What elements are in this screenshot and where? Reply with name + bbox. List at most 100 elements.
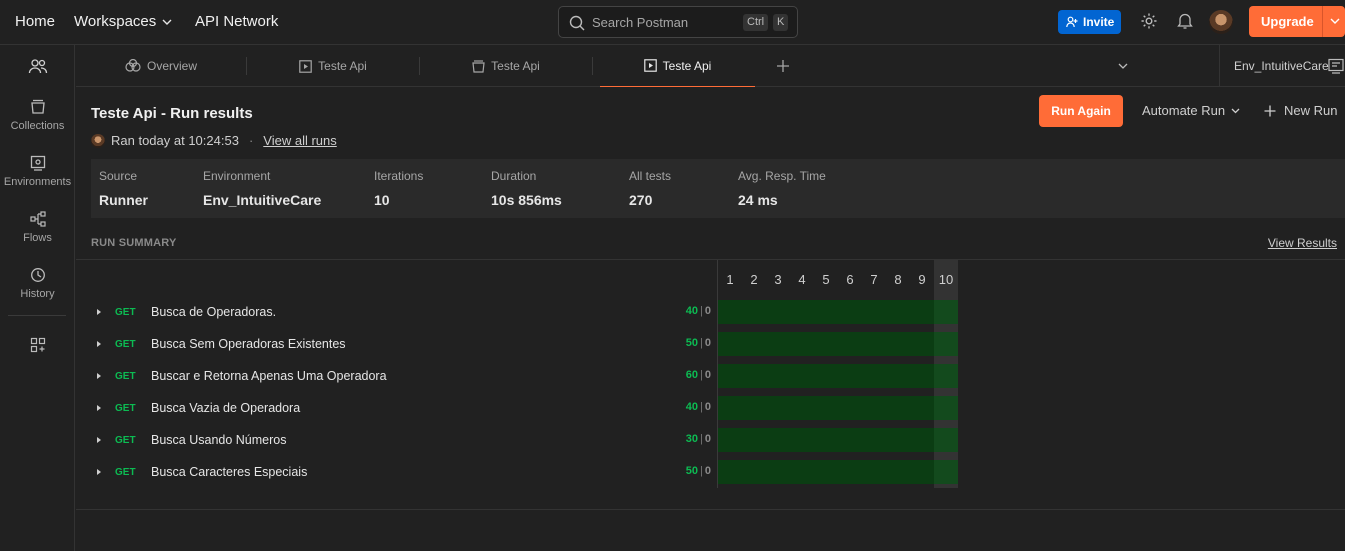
sidebar-item-flows[interactable]: Flows — [0, 211, 75, 244]
iteration-number[interactable]: 3 — [766, 272, 790, 287]
request-row[interactable]: GET Busca Sem Operadoras Existentes — [94, 332, 346, 356]
passed-count: 40 — [685, 401, 699, 413]
tab-list-chevron-down-icon[interactable] — [1118, 63, 1128, 69]
iteration-number[interactable]: 8 — [886, 272, 910, 287]
request-name: Busca Sem Operadoras Existentes — [151, 337, 346, 351]
history-icon — [30, 268, 45, 282]
stat-value: Env_IntuitiveCare — [203, 192, 322, 208]
tab-runner-active[interactable]: Teste Api — [600, 45, 755, 87]
new-tab-plus-icon[interactable] — [776, 59, 790, 73]
caret-right-icon[interactable] — [94, 371, 104, 381]
iteration-result-bar — [718, 428, 934, 452]
chevron-down-icon — [1231, 108, 1240, 113]
upgrade-button[interactable]: Upgrade — [1249, 6, 1345, 37]
iteration-result-cell — [934, 396, 958, 420]
request-row[interactable]: GET Busca Caracteres Especiais — [94, 460, 307, 484]
iteration-result-cell — [934, 300, 958, 324]
iteration-number[interactable]: 6 — [838, 272, 862, 287]
request-method: GET — [115, 306, 136, 318]
stat-key: Environment — [203, 169, 271, 183]
environment-selector[interactable]: Env_IntuitiveCare — [1219, 45, 1345, 87]
request-row[interactable]: GET Buscar e Retorna Apenas Uma Operador… — [94, 364, 387, 388]
count-separator: | — [700, 433, 703, 445]
iteration-number[interactable]: 1 — [718, 272, 742, 287]
caret-right-icon[interactable] — [94, 467, 104, 477]
tab-label: Teste Api — [662, 58, 712, 73]
upgrade-split-divider — [1322, 6, 1323, 37]
team-icon — [28, 59, 47, 74]
user-avatar[interactable] — [1209, 10, 1233, 34]
runner-icon — [299, 59, 312, 73]
request-name: Busca Usando Números — [151, 433, 287, 447]
invite-button[interactable]: Invite — [1058, 10, 1121, 34]
chevron-down-icon[interactable] — [1330, 18, 1340, 24]
tab-overview[interactable]: Overview — [76, 45, 246, 87]
collections-icon — [30, 99, 45, 114]
iteration-number[interactable]: 10 — [934, 272, 958, 287]
request-test-counts: 50 | 0 — [641, 337, 711, 349]
plus-icon — [1264, 105, 1276, 116]
count-separator: | — [700, 305, 703, 317]
automate-run-label: Automate Run — [1142, 103, 1226, 118]
stat-key: Source — [99, 169, 138, 183]
iteration-number[interactable]: 9 — [910, 272, 934, 287]
new-run-button[interactable]: New Run — [1264, 103, 1337, 118]
sidebar-item-configure[interactable] — [0, 337, 75, 358]
tab-label: Overview — [146, 59, 197, 73]
iteration-number[interactable]: 4 — [790, 272, 814, 287]
sidebar-item-team[interactable] — [0, 57, 75, 80]
caret-right-icon[interactable] — [94, 307, 104, 317]
invite-label: Invite — [1083, 15, 1115, 29]
failed-count: 0 — [704, 305, 711, 317]
tab-runner-1[interactable]: Teste Api — [247, 45, 419, 87]
nav-api-network[interactable]: API Network — [195, 13, 278, 30]
environment-selector-label: Env_IntuitiveCare — [1234, 59, 1329, 73]
failed-count: 0 — [704, 401, 711, 413]
nav-home[interactable]: Home — [15, 13, 55, 30]
run-again-button[interactable]: Run Again — [1039, 95, 1123, 127]
failed-count: 0 — [704, 433, 711, 445]
iteration-grid: 1 2 3 4 5 6 7 8 9 10 — [717, 260, 958, 488]
sidebar-item-label: Collections — [10, 120, 65, 132]
run-results-panel: Teste Api - Run results Ran today at 10:… — [76, 87, 1345, 551]
caret-right-icon[interactable] — [94, 339, 104, 349]
stat-value: 10 — [374, 192, 390, 208]
failed-count: 0 — [704, 465, 711, 477]
search-input[interactable]: Search Postman Ctrl K — [558, 6, 798, 38]
tab-collection[interactable]: Teste Api — [420, 45, 592, 87]
sidebar-item-history[interactable]: History — [0, 267, 75, 300]
iteration-number[interactable]: 2 — [742, 272, 766, 287]
request-row[interactable]: GET Busca de Operadoras. — [94, 300, 276, 324]
settings-gear-icon[interactable] — [1140, 12, 1158, 30]
request-row[interactable]: GET Busca Usando Números — [94, 428, 286, 452]
caret-right-icon[interactable] — [94, 435, 104, 445]
request-test-counts: 50 | 0 — [641, 465, 711, 477]
sidebar-item-environments[interactable]: Environments — [0, 155, 75, 188]
request-name: Busca Caracteres Especiais — [151, 465, 308, 479]
search-icon — [569, 15, 585, 31]
request-name: Busca Vazia de Operadora — [151, 401, 301, 415]
left-sidebar: Collections Environments Flows History — [0, 45, 75, 551]
search-placeholder: Search Postman — [592, 15, 689, 30]
automate-run-button[interactable]: Automate Run — [1142, 103, 1240, 118]
runner-icon — [643, 59, 657, 72]
caret-right-icon[interactable] — [94, 403, 104, 413]
iteration-result-bar — [718, 460, 934, 484]
sidebar-item-collections[interactable]: Collections — [0, 99, 75, 132]
kbd-k: K — [773, 14, 789, 31]
sidebar-item-label: Flows — [23, 232, 52, 244]
iteration-result-cell — [934, 332, 958, 356]
iteration-result-cell — [934, 460, 958, 484]
nav-workspaces[interactable]: Workspaces — [74, 13, 172, 30]
failed-count: 0 — [704, 369, 711, 381]
iteration-number[interactable]: 7 — [862, 272, 886, 287]
request-row[interactable]: GET Busca Vazia de Operadora — [94, 396, 300, 420]
environment-quick-look-icon[interactable] — [1328, 58, 1344, 74]
tab-label: Teste Api — [491, 59, 540, 73]
page-title: Teste Api - Run results — [91, 105, 253, 122]
iteration-number[interactable]: 5 — [814, 272, 838, 287]
view-results-link[interactable]: View Results — [1268, 236, 1337, 250]
summary-divider — [76, 259, 1345, 260]
notifications-bell-icon[interactable] — [1177, 12, 1193, 30]
view-all-runs-link[interactable]: View all runs — [263, 133, 336, 148]
